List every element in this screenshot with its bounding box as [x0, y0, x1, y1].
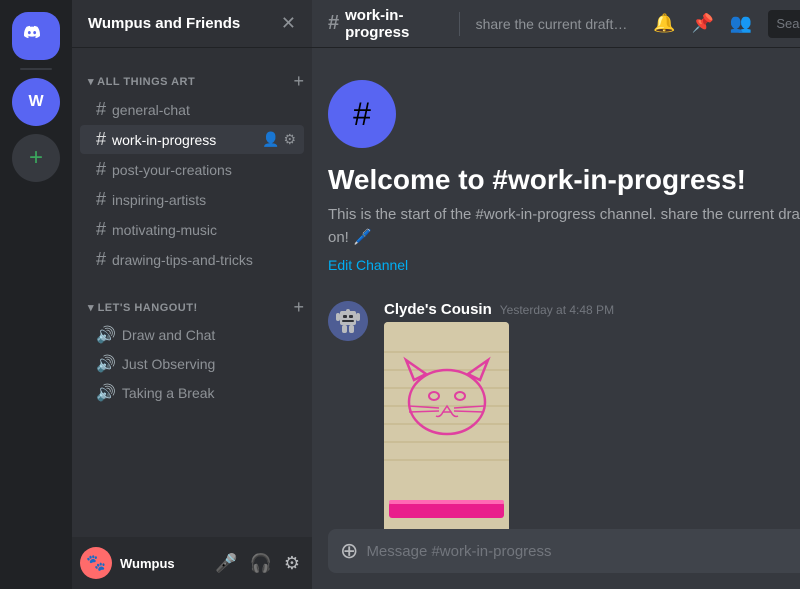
hash-icon: # — [96, 129, 106, 150]
voice-icon: 🔊 — [96, 354, 116, 374]
channel-name: work-in-progress — [112, 132, 256, 148]
channel-post-your-creations[interactable]: # post-your-creations — [80, 155, 304, 184]
server-divider — [20, 68, 52, 70]
channel-name: general-chat — [112, 102, 296, 118]
edit-channel-link[interactable]: Edit Channel — [328, 257, 800, 273]
voice-draw-and-chat[interactable]: 🔊 Draw and Chat — [80, 321, 304, 349]
main-area: # work-in-progress share the current dra… — [312, 0, 800, 589]
message-placeholder: Message #work-in-progress — [366, 543, 800, 560]
category-label: ▾ LET'S HANGOUT! — [88, 301, 198, 314]
header-divider — [459, 12, 460, 36]
category-all-things-art[interactable]: ▾ ALL THINGS ART + — [72, 56, 312, 94]
message-avatar — [328, 301, 368, 341]
voice-channel-name: Taking a Break — [122, 385, 215, 401]
channel-name: motivating-music — [112, 222, 296, 238]
voice-taking-a-break[interactable]: 🔊 Taking a Break — [80, 379, 304, 407]
server-name: Wumpus and Friends — [88, 15, 240, 32]
add-channel-icon[interactable]: + — [293, 72, 304, 90]
category-label: ▾ ALL THINGS ART — [88, 75, 195, 88]
hash-icon: # — [96, 249, 106, 270]
channel-welcome: # Welcome to #work-in-progress! This is … — [312, 64, 800, 297]
voice-channel-name: Draw and Chat — [122, 327, 215, 343]
user-area: 🐾 Wumpus 🎤 🎧 ⚙ — [72, 537, 312, 589]
hash-icon: # — [328, 12, 339, 35]
user-avatar: 🐾 — [80, 547, 112, 579]
channel-header-name: # work-in-progress — [328, 7, 443, 41]
hash-icon: # — [96, 219, 106, 240]
voice-channel-name: Just Observing — [122, 356, 215, 372]
members-icon[interactable]: 👥 — [730, 13, 752, 34]
server-sidebar: W + — [0, 0, 72, 589]
pin-icon[interactable]: 📌 — [692, 13, 714, 34]
message-content: Clyde's Cousin Yesterday at 4:48 PM — [384, 301, 800, 529]
user-info: Wumpus — [120, 556, 203, 571]
channel-header: # work-in-progress share the current dra… — [312, 0, 800, 48]
settings-icon[interactable]: ⚙ — [280, 549, 304, 578]
headphone-icon[interactable]: 🎧 — [245, 549, 275, 578]
channel-topic: share the current draft of wh... — [476, 16, 629, 32]
hash-symbol: # — [353, 96, 371, 133]
welcome-description: This is the start of the #work-in-progre… — [328, 204, 800, 249]
message-input-box: ⊕ Message #work-in-progress 🎁 GIF 😊 — [328, 529, 800, 573]
current-channel-name: work-in-progress — [345, 7, 443, 41]
channel-work-in-progress[interactable]: # work-in-progress 👤 ⚙ — [80, 125, 304, 154]
add-attachment-icon[interactable]: ⊕ — [340, 538, 358, 564]
discord-home-icon[interactable] — [12, 12, 60, 60]
voice-just-observing[interactable]: 🔊 Just Observing — [80, 350, 304, 378]
channel-icons: 👤 ⚙ — [262, 131, 296, 148]
input-area: ⊕ Message #work-in-progress 🎁 GIF 😊 — [312, 529, 800, 589]
channel-sidebar: Wumpus and Friends ✕ ▾ ALL THINGS ART + … — [72, 0, 312, 589]
add-channel-icon[interactable]: + — [293, 298, 304, 316]
voice-icon: 🔊 — [96, 383, 116, 403]
message-author: Clyde's Cousin — [384, 301, 492, 318]
notification-icon[interactable]: 🔔 — [653, 13, 675, 34]
add-server-button[interactable]: + — [12, 134, 60, 182]
channel-name: drawing-tips-and-tricks — [112, 252, 296, 268]
wumpus-server-icon[interactable]: W — [12, 78, 60, 126]
hash-icon: # — [96, 159, 106, 180]
search-box[interactable]: Search 🔍 — [768, 10, 800, 38]
header-icons: 🔔 📌 👥 Search 🔍 @ ? — [653, 10, 800, 38]
member-icon: 👤 — [262, 131, 279, 148]
channel-motivating-music[interactable]: # motivating-music — [80, 215, 304, 244]
channel-name: inspiring-artists — [112, 192, 296, 208]
user-controls: 🎤 🎧 ⚙ — [211, 549, 304, 578]
channel-name: post-your-creations — [112, 162, 296, 178]
category-lets-hangout[interactable]: ▾ LET'S HANGOUT! + — [72, 282, 312, 320]
microphone-icon[interactable]: 🎤 — [211, 549, 241, 578]
channel-general-chat[interactable]: # general-chat — [80, 95, 304, 124]
channel-drawing-tips[interactable]: # drawing-tips-and-tricks — [80, 245, 304, 274]
voice-icon: 🔊 — [96, 325, 116, 345]
messages-area: # Welcome to #work-in-progress! This is … — [312, 48, 800, 529]
message-image[interactable] — [384, 322, 509, 529]
hash-icon: # — [96, 99, 106, 120]
close-icon: ✕ — [281, 13, 296, 34]
settings-icon[interactable]: ⚙ — [283, 131, 296, 148]
message-group: Clyde's Cousin Yesterday at 4:48 PM — [312, 297, 800, 529]
channel-list: ▾ ALL THINGS ART + # general-chat # work… — [72, 48, 312, 537]
message-header: Clyde's Cousin Yesterday at 4:48 PM — [384, 301, 800, 318]
welcome-icon: # — [328, 80, 396, 148]
search-placeholder: Search — [776, 16, 800, 31]
channel-inspiring-artists[interactable]: # inspiring-artists — [80, 185, 304, 214]
hash-icon: # — [96, 189, 106, 210]
username: Wumpus — [120, 556, 203, 571]
welcome-title: Welcome to #work-in-progress! — [328, 164, 800, 196]
message-timestamp: Yesterday at 4:48 PM — [500, 303, 614, 317]
server-header[interactable]: Wumpus and Friends ✕ — [72, 0, 312, 48]
